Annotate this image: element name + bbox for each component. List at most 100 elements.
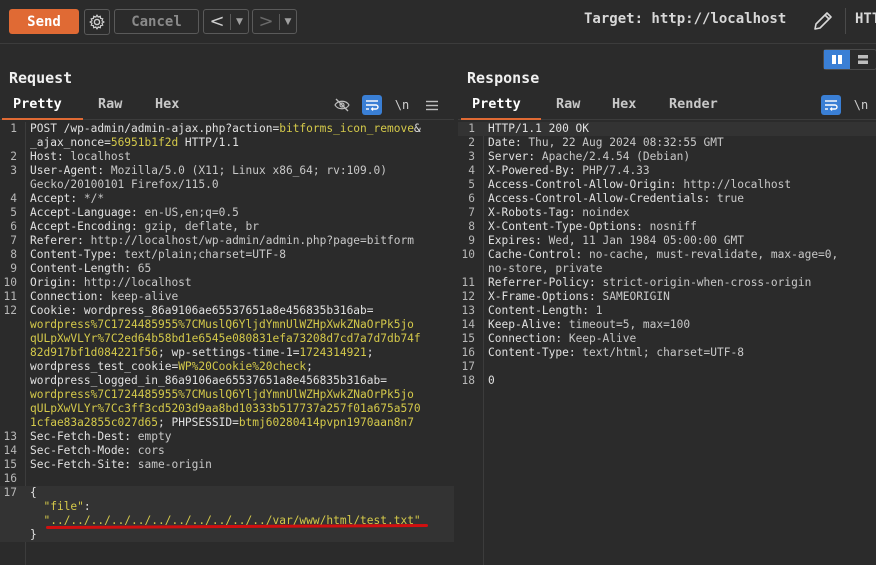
line-number: 14	[3, 444, 17, 457]
line-number: 10	[461, 248, 475, 261]
split-rows-button[interactable]	[850, 50, 876, 69]
line-number: 13	[461, 304, 475, 317]
code-text: Content-Length: 1	[488, 304, 603, 318]
split-columns-button[interactable]	[824, 50, 850, 69]
layout-toggle	[823, 49, 876, 70]
request-title: Request	[9, 69, 73, 87]
code-text: POST /wp-admin/admin-ajax.php?action=bit…	[30, 122, 421, 136]
history-back-group[interactable]: < ▼	[203, 9, 249, 34]
code-token: 1	[595, 304, 603, 317]
settings-button[interactable]	[84, 9, 110, 35]
active-tab-indicator	[2, 118, 83, 120]
code-text: 1cfae83a2855c027d65; PHPSESSID=btmj60280…	[30, 416, 414, 430]
code-token: cors	[137, 444, 165, 457]
code-token: bitforms_icon_remove	[279, 122, 414, 135]
code-line: 11 Connection: keep-alive	[0, 290, 454, 304]
code-token: no-store, private	[488, 262, 603, 275]
line-number: 7	[468, 206, 475, 219]
code-line: 5 Access-Control-Allow-Origin: http://loc…	[458, 178, 876, 192]
forward-arrow-icon[interactable]: >	[253, 11, 279, 32]
code-line: 9 Content-Length: 65	[0, 262, 454, 276]
code-token: localhost	[70, 150, 132, 163]
show-newlines-button[interactable]: \n	[851, 95, 871, 115]
forward-dropdown-icon[interactable]: ▼	[280, 17, 296, 27]
line-number: 6	[10, 220, 17, 233]
show-newlines-button[interactable]: \n	[392, 95, 412, 115]
tab-hex[interactable]: Hex	[612, 96, 636, 112]
send-button[interactable]: Send	[9, 9, 79, 34]
code-token: Accept-Language:	[30, 206, 145, 219]
code-token: 0	[488, 374, 495, 387]
code-line: 9 Expires: Wed, 11 Jan 1984 05:00:00 GMT	[458, 234, 876, 248]
code-token: Mozilla/5.0 (X11; Linux x86_64; rv:109.0…	[110, 164, 387, 177]
code-line: 16	[0, 472, 454, 486]
cancel-button[interactable]: Cancel	[114, 9, 199, 34]
protocol-label: HTT	[855, 11, 876, 27]
menu-button[interactable]	[422, 95, 442, 115]
code-line: 5 Accept-Language: en-US,en;q=0.5	[0, 206, 454, 220]
code-token: noindex	[582, 206, 630, 219]
code-token: text/plain;charset=UTF-8	[124, 248, 286, 261]
response-editor[interactable]: 1 HTTP/1.1 200 OK 2 Date: Thu, 22 Aug 2024 …	[458, 122, 876, 565]
back-arrow-icon[interactable]: <	[204, 11, 230, 32]
code-token: Referer:	[30, 234, 91, 247]
pencil-icon	[814, 12, 832, 30]
code-line: 2 Date: Thu, 22 Aug 2024 08:32:55 GMT	[458, 136, 876, 150]
code-token: 1724314921	[299, 346, 367, 359]
code-text: Cookie: wordpress_86a9106ae65537651a8e45…	[30, 304, 374, 318]
code-text: Content-Type: text/html; charset=UTF-8	[488, 346, 744, 360]
tab-render[interactable]: Render	[669, 96, 718, 112]
code-token: no-cache, must-revalidate, max-age=0,	[589, 248, 839, 261]
code-token: ;	[306, 360, 313, 373]
tab-raw[interactable]: Raw	[98, 96, 122, 112]
line-number: 1	[468, 122, 475, 135]
response-title: Response	[467, 69, 540, 87]
edit-target-button[interactable]	[811, 9, 835, 33]
code-line: 15 Sec-Fetch-Site: same-origin	[0, 458, 454, 472]
code-token: http://localhost	[83, 276, 192, 289]
code-line: 17 {	[0, 486, 454, 500]
line-number: 4	[468, 164, 475, 177]
line-number: 6	[468, 192, 475, 205]
code-text: Keep-Alive: timeout=5, max=100	[488, 318, 690, 332]
tab-raw[interactable]: Raw	[556, 96, 580, 112]
code-text: Server: Apache/2.4.54 (Debian)	[488, 150, 690, 164]
line-number: 12	[3, 304, 17, 317]
tab-pretty[interactable]: Pretty	[13, 96, 62, 112]
word-wrap-button[interactable]	[821, 95, 841, 115]
code-line: 3 User-Agent: Mozilla/5.0 (X11; Linux x86…	[0, 164, 454, 178]
code-token: Access-Control-Allow-Credentials:	[488, 192, 718, 205]
code-token: wordpress_86a9106ae65537651a8e456835b316…	[83, 304, 374, 317]
line-number: 8	[468, 220, 475, 233]
code-line: 2 Host: localhost	[0, 150, 454, 164]
code-text: X-Content-Type-Options: nosniff	[488, 220, 697, 234]
code-text: _ajax_nonce=56951b1f2d HTTP/1.1	[30, 136, 239, 150]
code-line: 12 X-Frame-Options: SAMEORIGIN	[458, 290, 876, 304]
code-token: wordpress_logged_in_86a9106ae65537651a8e…	[30, 374, 387, 387]
code-token: X-Robots-Tag:	[488, 206, 583, 219]
request-editor[interactable]: 1 POST /wp-admin/admin-ajax.php?action=bi…	[0, 122, 454, 565]
hide-nonprintable-button[interactable]	[332, 95, 352, 115]
code-token: HTTP/1.1 200 OK	[488, 122, 590, 135]
code-token: Accept:	[30, 192, 84, 205]
split-rows-icon	[858, 55, 868, 64]
code-line: 13 Sec-Fetch-Dest: empty	[0, 430, 454, 444]
code-token: Expires:	[488, 234, 549, 247]
code-token: keep-alive	[110, 290, 179, 303]
code-text: X-Frame-Options: SAMEORIGIN	[488, 290, 670, 304]
back-dropdown-icon[interactable]: ▼	[231, 17, 248, 27]
line-number: 15	[3, 458, 17, 471]
tab-pretty[interactable]: Pretty	[472, 96, 521, 112]
history-forward-group[interactable]: > ▼	[252, 9, 297, 34]
line-number: 9	[468, 234, 475, 247]
code-text: 82d917bf1d084221f56; wp-settings-time-1=…	[30, 346, 374, 360]
code-line: 17	[458, 360, 876, 374]
tab-hex[interactable]: Hex	[155, 96, 179, 112]
code-text: Access-Control-Allow-Origin: http://loca…	[488, 178, 791, 192]
code-line: 8 Content-Type: text/plain;charset=UTF-8	[0, 248, 454, 262]
code-token: gzip, deflate, br	[144, 220, 260, 233]
code-text: qULpXwVLYr%7C2ed64b58bd1e6545e080831efa7…	[30, 332, 421, 346]
word-wrap-button[interactable]	[362, 95, 382, 115]
code-line: 14 Keep-Alive: timeout=5, max=100	[458, 318, 876, 332]
line-number: 16	[3, 472, 17, 485]
